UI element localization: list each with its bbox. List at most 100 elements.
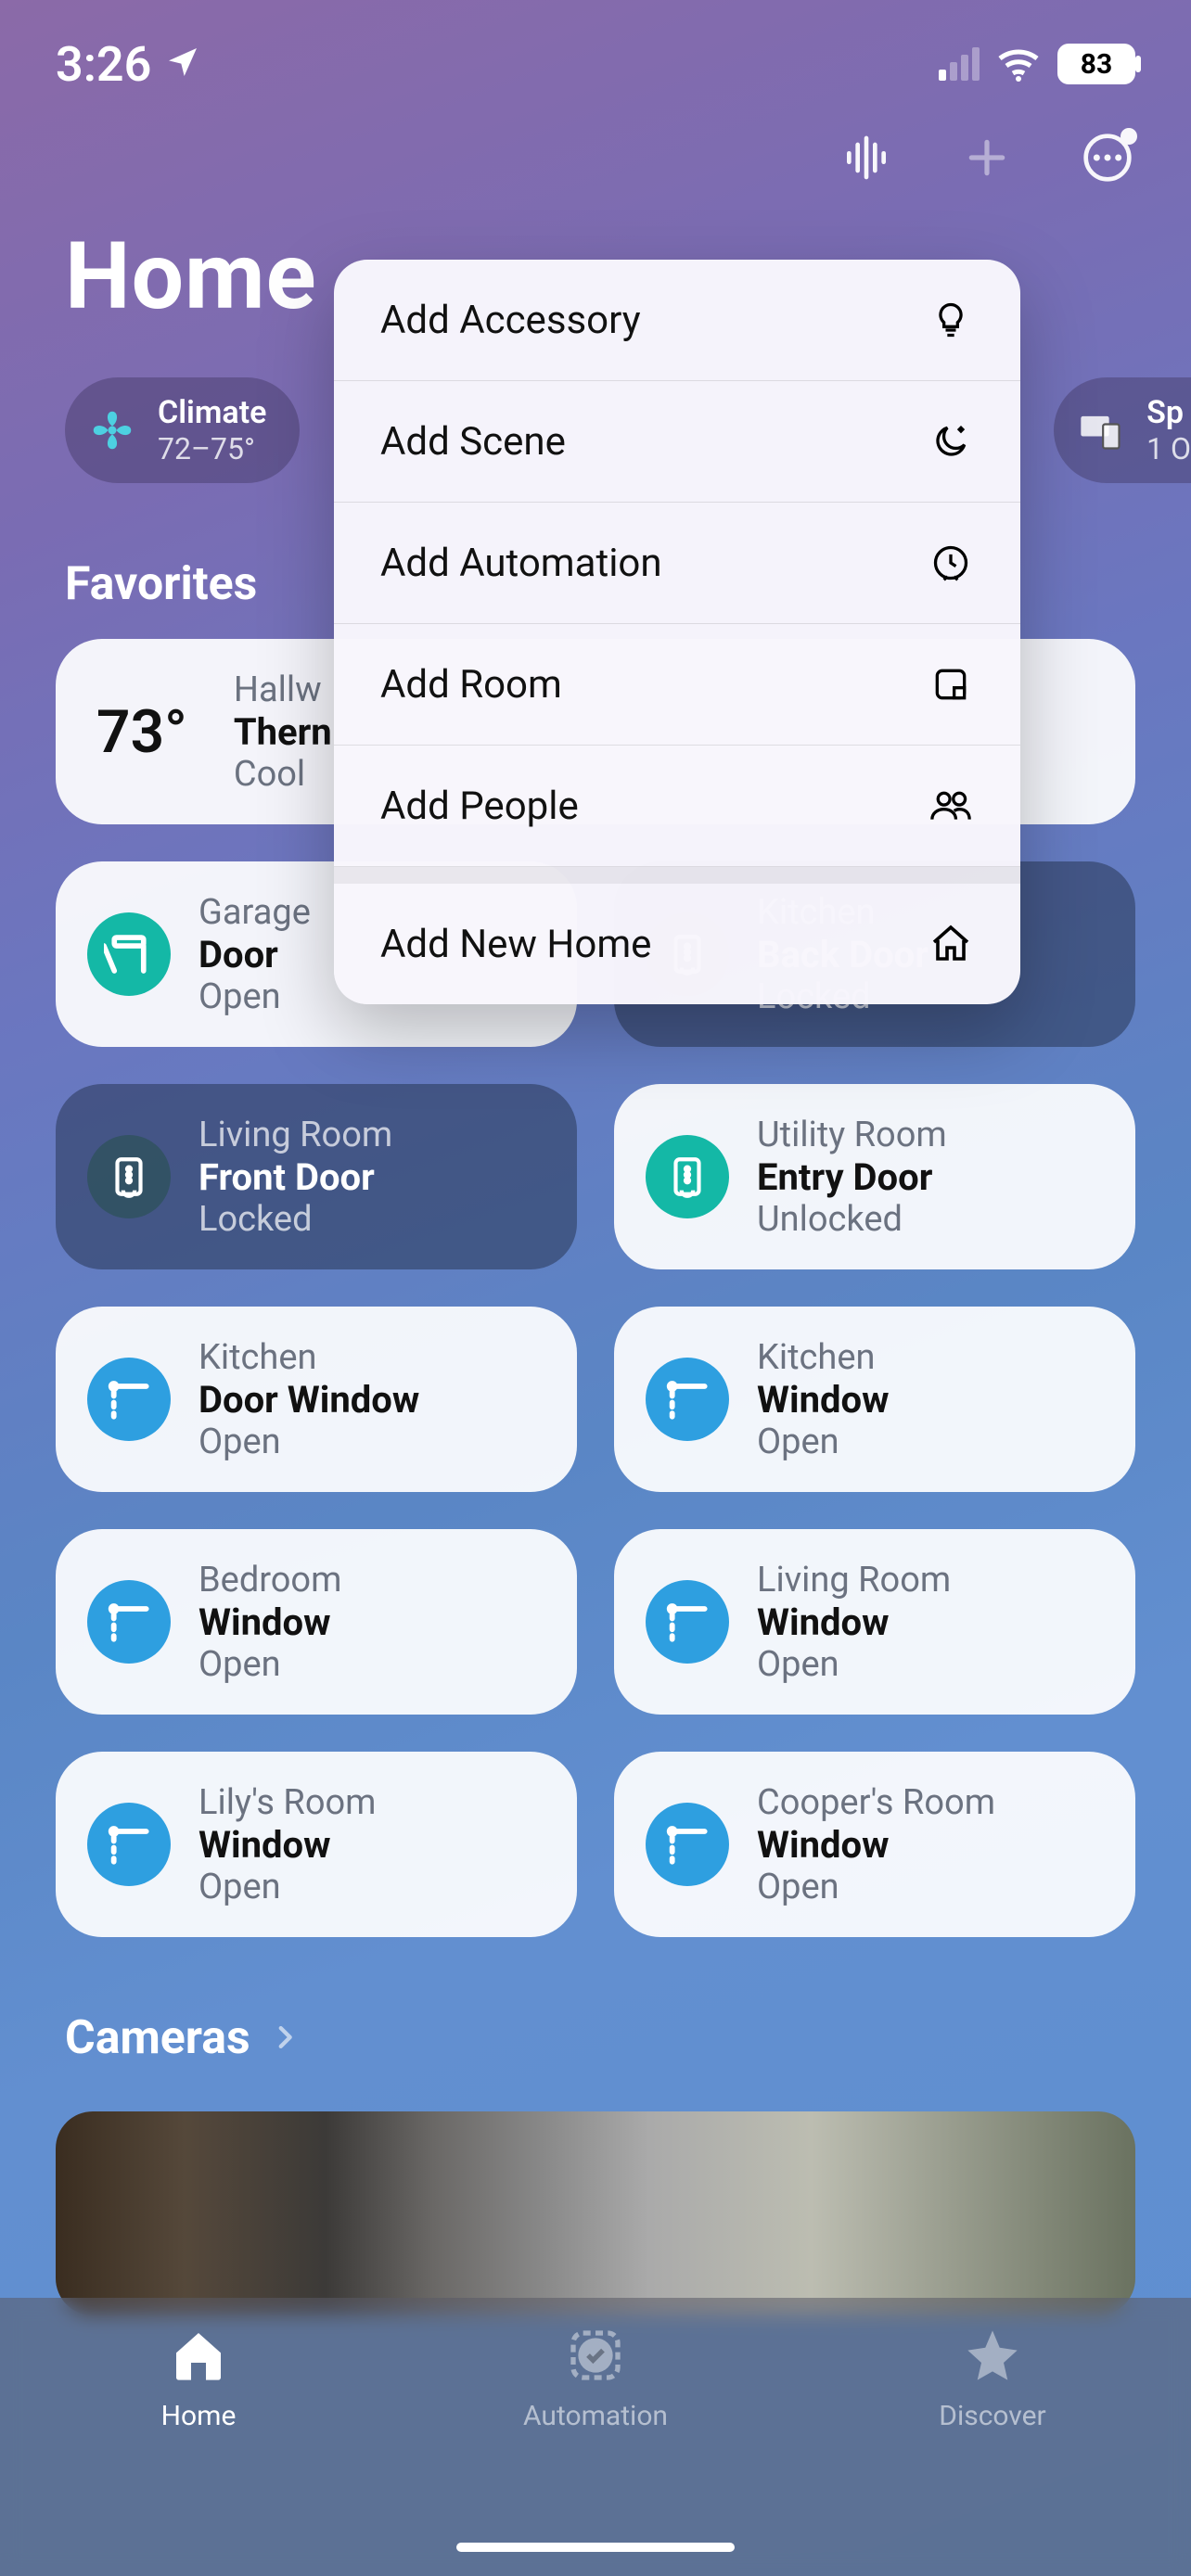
tile-state: Open: [198, 1867, 376, 1907]
tile-state: Locked: [198, 1199, 392, 1240]
menu-item[interactable]: Add Automation: [334, 503, 1020, 624]
window-icon: [646, 1358, 729, 1441]
cameras-label: Cameras: [65, 2011, 250, 2065]
notification-dot-icon: [1121, 128, 1137, 145]
tile-state: Open: [757, 1644, 951, 1685]
menu-item[interactable]: Add Room: [334, 624, 1020, 746]
home-icon: [928, 921, 974, 967]
menu-item[interactable]: Add Accessory: [334, 260, 1020, 381]
camera-preview[interactable]: [56, 2111, 1135, 2315]
lock-icon: [87, 1135, 171, 1218]
tile-state: Open: [198, 1422, 419, 1462]
clock-check-icon: [566, 2326, 625, 2389]
accessory-tile[interactable]: Utility RoomEntry DoorUnlocked: [614, 1084, 1135, 1269]
tile-name: Window: [757, 1823, 995, 1867]
tab-bar: Home Automation Discover: [0, 2298, 1191, 2576]
lock-icon: [646, 1135, 729, 1218]
chevron-right-icon: [269, 2011, 301, 2065]
tile-name: Window: [757, 1600, 951, 1644]
tile-name: Thern: [234, 710, 332, 754]
menu-item[interactable]: Add Scene: [334, 381, 1020, 503]
tab-home[interactable]: Home: [2, 2326, 395, 2432]
house-icon: [169, 2326, 228, 2389]
tile-name: Front Door: [198, 1155, 392, 1199]
speakers-pill-sub: 1 O: [1146, 431, 1191, 466]
tab-discover-label: Discover: [939, 2400, 1045, 2432]
status-indicators: 83: [939, 44, 1135, 84]
tile-state: Open: [757, 1867, 995, 1907]
accessory-tile[interactable]: Living RoomFront DoorLocked: [56, 1084, 577, 1269]
more-icon[interactable]: [1080, 130, 1135, 185]
tile-room: Utility Room: [757, 1115, 947, 1155]
tile-name: Window: [198, 1600, 341, 1644]
tile-state: Open: [198, 1644, 341, 1685]
menu-item-add-new-home[interactable]: Add New Home: [334, 884, 1020, 1004]
menu-item-label: Add People: [380, 784, 579, 829]
tile-state: Open: [198, 976, 311, 1017]
wifi-icon: [996, 45, 1041, 83]
cameras-section-header[interactable]: Cameras: [0, 1937, 1191, 2093]
window-icon: [646, 1803, 729, 1886]
plus-icon[interactable]: [959, 130, 1015, 185]
climate-pill-sub: 72–75°: [158, 431, 266, 466]
intercom-icon[interactable]: [839, 130, 894, 185]
tab-discover[interactable]: Discover: [796, 2326, 1189, 2432]
climate-pill-title: Climate: [158, 394, 266, 431]
menu-item-label: Add Room: [380, 662, 562, 708]
window-icon: [87, 1580, 171, 1664]
accessory-tile[interactable]: Living RoomWindowOpen: [614, 1529, 1135, 1715]
window-icon: [87, 1358, 171, 1441]
star-icon: [963, 2326, 1022, 2389]
home-indicator[interactable]: [456, 2543, 735, 2552]
tile-room: Kitchen: [198, 1337, 419, 1378]
accessory-tile[interactable]: BedroomWindowOpen: [56, 1529, 577, 1715]
location-icon: [164, 36, 201, 93]
status-time: 3:26: [56, 36, 151, 93]
tile-room: Hallw: [234, 670, 332, 710]
menu-item[interactable]: Add People: [334, 746, 1020, 867]
add-menu: Add Accessory Add Scene Add Automation Add …: [334, 260, 1020, 1004]
bulb-icon: [928, 297, 974, 343]
accessory-tile[interactable]: Lily's RoomWindowOpen: [56, 1752, 577, 1937]
tile-room: Cooper's Room: [757, 1782, 995, 1823]
battery-percent: 83: [1081, 48, 1112, 81]
tile-room: Kitchen: [757, 1337, 889, 1378]
fan-icon: [85, 403, 139, 457]
window-icon: [87, 1803, 171, 1886]
header-icons: [0, 111, 1191, 204]
window-icon: [646, 1580, 729, 1664]
menu-item-label: Add Automation: [380, 541, 662, 586]
accessory-tile[interactable]: Cooper's RoomWindowOpen: [614, 1752, 1135, 1937]
tile-room: Lily's Room: [198, 1782, 376, 1823]
status-time-group: 3:26: [56, 36, 201, 93]
menu-item-label: Add Scene: [380, 419, 566, 465]
tile-room: Living Room: [198, 1115, 392, 1155]
status-bar: 3:26 83: [0, 0, 1191, 111]
climate-pill[interactable]: Climate 72–75°: [65, 377, 300, 483]
tab-home-label: Home: [161, 2400, 237, 2432]
people-icon: [928, 783, 974, 829]
door-icon: [87, 912, 171, 996]
tile-state: Unlocked: [757, 1199, 947, 1240]
speakers-pill-title: Sp: [1146, 394, 1191, 431]
tv-speaker-icon: [1074, 403, 1128, 457]
tile-room: Garage: [198, 892, 311, 933]
menu-separator: [334, 867, 1020, 884]
accessory-tile[interactable]: KitchenWindowOpen: [614, 1307, 1135, 1492]
speakers-pill[interactable]: Sp 1 O: [1054, 377, 1191, 483]
menu-item-label: Add Accessory: [380, 298, 641, 343]
tile-name: Door: [198, 933, 311, 976]
cellular-icon: [939, 47, 980, 81]
tile-name: Window: [757, 1378, 889, 1422]
tile-room: Bedroom: [198, 1560, 341, 1600]
tile-state: Open: [757, 1422, 889, 1462]
moon-icon: [928, 418, 974, 465]
battery-icon: 83: [1057, 44, 1135, 84]
tab-automation[interactable]: Automation: [399, 2326, 792, 2432]
tile-name: Window: [198, 1823, 376, 1867]
tab-automation-label: Automation: [523, 2400, 668, 2432]
clock-icon: [928, 540, 974, 586]
accessory-tile[interactable]: KitchenDoor WindowOpen: [56, 1307, 577, 1492]
thermostat-temp: 73°: [96, 697, 187, 767]
tile-name: Door Window: [198, 1378, 419, 1422]
